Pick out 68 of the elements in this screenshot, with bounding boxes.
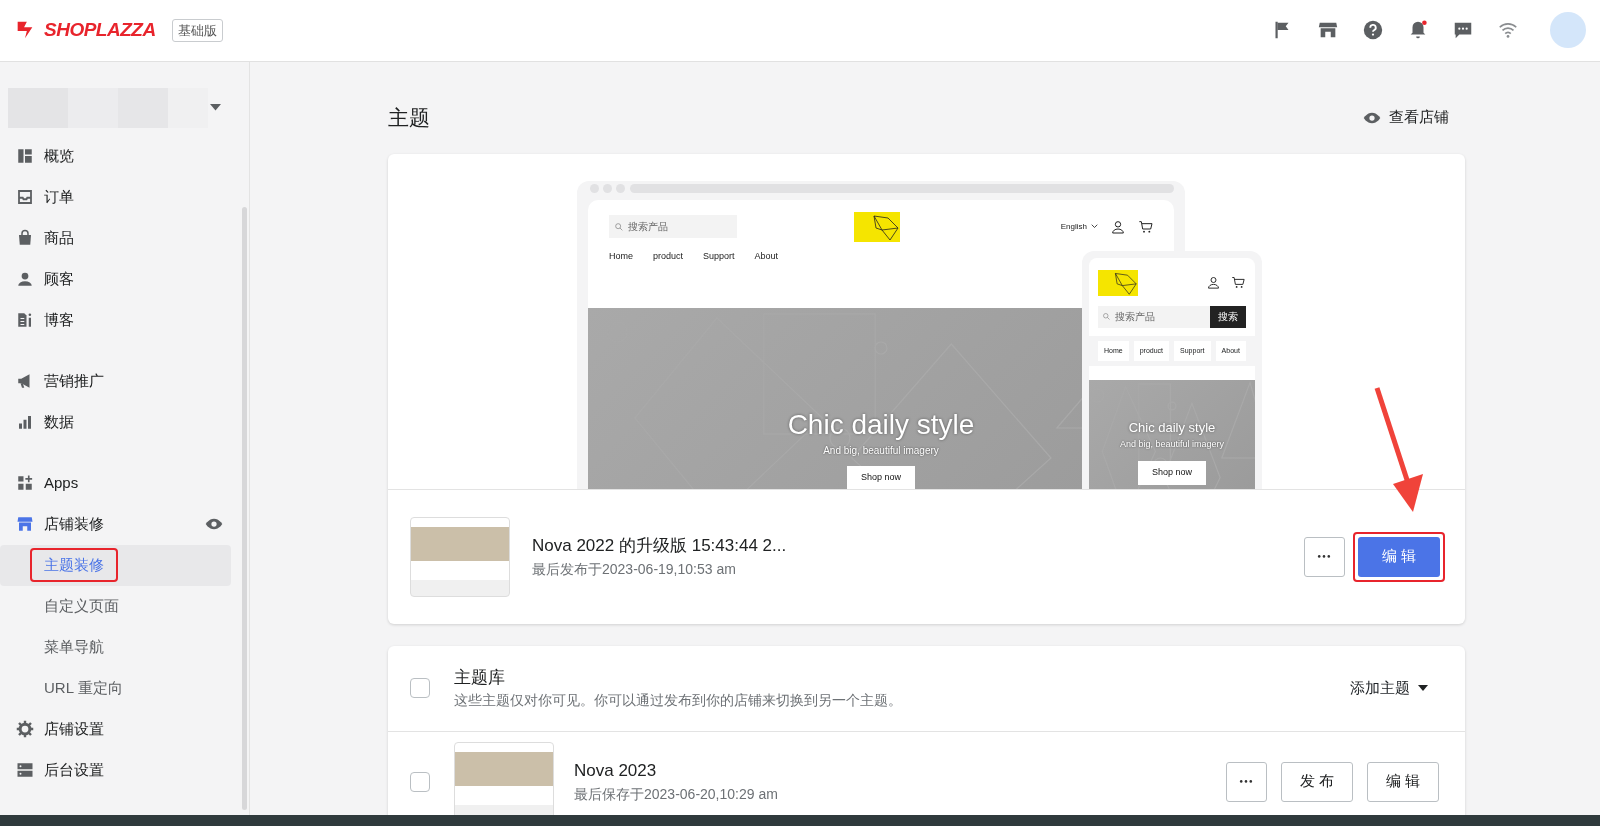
shop-now-button[interactable]: Shop now [1138, 461, 1206, 485]
page-title: 主题 [388, 104, 430, 131]
user-icon [1206, 275, 1221, 291]
view-store-link[interactable]: 查看店铺 [1363, 106, 1449, 129]
nav-link[interactable]: Support [703, 249, 735, 308]
nav-item[interactable]: 店铺装修 [0, 503, 249, 545]
bar-chart-icon [16, 413, 34, 432]
hero-title: Chic daily style [787, 410, 975, 439]
gear-icon [16, 720, 34, 739]
nav-subitem[interactable]: 主题装修 [30, 547, 118, 583]
hero-subtitle: And big, beautiful imagery [823, 443, 939, 458]
nav-link[interactable]: Home [609, 249, 633, 308]
dashboard-icon [16, 147, 34, 166]
library-title: 主题库 [454, 666, 506, 689]
shop-now-button[interactable]: Shop now [847, 465, 915, 489]
more-button[interactable] [1225, 761, 1267, 802]
nav-subitem[interactable]: 菜单导航 [44, 635, 104, 659]
nav-item[interactable]: 顾客 [0, 258, 249, 300]
hero-subtitle: And big, beautiful imagery [1119, 437, 1225, 451]
search-field[interactable]: 搜索产品 [1098, 305, 1210, 328]
nav-item[interactable]: 商品 [0, 217, 249, 259]
theme-save-date: 最后保存于2023-06-20,10:29 am [574, 784, 778, 804]
nav-link[interactable]: product [653, 249, 684, 308]
nav-link[interactable]: About [754, 249, 779, 308]
language-selector[interactable]: English [1060, 220, 1087, 233]
user-icon [1110, 218, 1126, 235]
theme-name: Nova 2022 的升级版 15:43:44 2... [532, 535, 787, 558]
search-icon [1102, 312, 1111, 322]
add-theme-dropdown[interactable]: 添加主题 [1349, 675, 1429, 701]
help-icon[interactable] [1362, 19, 1384, 42]
storefront-icon [16, 515, 34, 534]
caret-down-icon[interactable] [210, 104, 221, 111]
plan-badge: 基础版 [171, 18, 223, 43]
checkbox[interactable] [410, 678, 430, 699]
edit-button[interactable]: 编 辑 [1357, 536, 1440, 577]
nav-item[interactable]: 概览 [0, 135, 249, 177]
logo-text: SHOPLAZZA [44, 18, 156, 43]
chevron-down-icon [1091, 224, 1098, 229]
bag-icon [16, 229, 34, 248]
nav-subitem[interactable]: URL 重定向 [44, 676, 123, 700]
library-description: 这些主题仅对你可见。你可以通过发布到你的店铺来切换到另一个主题。 [454, 691, 902, 711]
nav-item[interactable]: Apps [0, 462, 249, 504]
cart-icon [1231, 275, 1246, 291]
server-icon [16, 761, 34, 780]
nav-item[interactable]: 数据 [0, 401, 249, 443]
apps-icon [16, 474, 34, 493]
search-icon [614, 221, 624, 232]
blog-icon [16, 311, 34, 330]
nav-item[interactable]: 后台设置 [0, 749, 249, 791]
checkbox[interactable] [410, 771, 430, 792]
caret-down-icon [1418, 685, 1428, 692]
nav-item[interactable]: 订单 [0, 176, 249, 218]
theme-name: Nova 2023 [574, 760, 658, 783]
hero-title: Chic daily style [1128, 419, 1216, 438]
cart-icon [1138, 218, 1154, 235]
more-button[interactable] [1303, 536, 1345, 577]
search-button[interactable]: 搜索 [1210, 305, 1246, 328]
nav-item[interactable]: 店铺设置 [0, 708, 249, 750]
publish-button[interactable]: 发 布 [1280, 761, 1353, 802]
person-icon [16, 270, 34, 289]
theme-publish-date: 最后发布于2023-06-19,10:53 am [532, 559, 737, 579]
nav-item[interactable]: 营销推广 [0, 360, 249, 402]
edit-button[interactable]: 编 辑 [1366, 761, 1439, 802]
search-field[interactable]: 搜索产品 [609, 215, 737, 239]
inbox-icon [16, 188, 34, 207]
nav-item[interactable]: 博客 [0, 299, 249, 341]
scrollbar[interactable] [242, 206, 247, 810]
nav-subitem[interactable]: 自定义页面 [44, 594, 119, 618]
